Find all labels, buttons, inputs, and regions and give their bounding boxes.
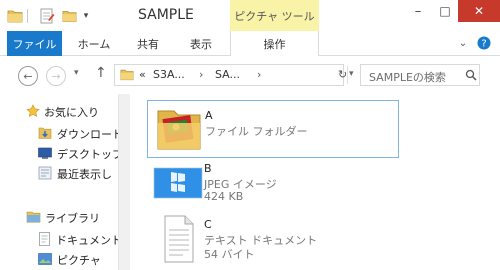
- picture-tools-group: ピクチャ ツール: [230, 0, 319, 31]
- nav-label: 最近表示し: [57, 168, 112, 181]
- address-dropdown-icon[interactable]: ▾: [349, 69, 354, 79]
- text-document-icon: [153, 214, 205, 263]
- tab-share[interactable]: 共有: [128, 31, 168, 56]
- nav-label: お気に入り: [44, 106, 99, 119]
- tab-home[interactable]: ホーム: [70, 31, 118, 56]
- ribbon-tabs: ファイル ホーム 共有 表示 操作 ⌄ ?: [0, 31, 500, 57]
- desktop-icon: [38, 147, 52, 162]
- pictures-icon: [38, 252, 52, 268]
- breadcrumb-overflow[interactable]: «: [139, 68, 146, 81]
- window-title: SAMPLE: [138, 7, 194, 23]
- nav-label: ライブラリ: [45, 212, 100, 225]
- folder-icon: [6, 7, 24, 25]
- maximize-button[interactable]: □: [432, 0, 458, 22]
- file-name: B: [204, 162, 212, 175]
- download-folder-icon: [38, 126, 52, 143]
- image-icon: [153, 158, 205, 206]
- tab-file[interactable]: ファイル: [7, 31, 62, 56]
- file-name: A: [205, 109, 213, 122]
- file-name: C: [204, 218, 212, 231]
- breadcrumb-segment[interactable]: S3A...: [153, 68, 185, 81]
- forward-button[interactable]: →: [46, 66, 66, 86]
- breadcrumb-separator[interactable]: ›: [257, 68, 261, 81]
- title-bar: ▾ SAMPLE ピクチャ ツール – □ ✕: [0, 0, 500, 31]
- forward-arrow-icon: →: [51, 69, 61, 83]
- quick-access-separator: [27, 9, 28, 23]
- up-arrow-icon[interactable]: ↑: [95, 65, 107, 81]
- file-size: 424 KB: [204, 190, 244, 203]
- properties-icon[interactable]: [38, 7, 56, 25]
- search-input[interactable]: SAMPLEの検索: [360, 64, 480, 86]
- chevron-down-icon[interactable]: ⌄: [456, 36, 470, 50]
- tab-view[interactable]: 表示: [178, 31, 224, 56]
- search-placeholder: SAMPLEの検索: [369, 71, 446, 84]
- nav-label: ダウンロード: [57, 128, 123, 141]
- refresh-icon[interactable]: ↻: [338, 68, 347, 81]
- new-folder-icon[interactable]: [61, 7, 77, 25]
- address-row: ← → ▾ ↑ « S3A... › SA... › ▾ ↻ SAMPLEの検索: [0, 56, 500, 94]
- file-item-c[interactable]: C テキスト ドキュメント 54 バイト: [147, 210, 399, 268]
- back-arrow-icon: ←: [23, 69, 33, 83]
- recent-places-icon: [38, 166, 52, 183]
- back-button[interactable]: ←: [18, 66, 38, 86]
- file-type: ファイル フォルダー: [205, 125, 308, 138]
- navigation-pane: お気に入り ダウンロード デスクトップ 最近表示し ライブラリ ドキュメント ピ…: [0, 94, 130, 270]
- star-icon: [26, 103, 40, 121]
- breadcrumb-separator[interactable]: ›: [199, 68, 203, 81]
- file-list: A ファイル フォルダー B JPEG イメージ 424 KB C テキスト ド…: [131, 94, 500, 270]
- folder-icon: [154, 105, 206, 153]
- search-icon[interactable]: [465, 69, 477, 84]
- navigation-scrollbar[interactable]: [118, 94, 130, 270]
- nav-label: デスクトップ: [57, 148, 123, 161]
- file-size: 54 バイト: [204, 248, 255, 261]
- tab-manage[interactable]: 操作: [230, 31, 319, 57]
- customize-quick-access-icon[interactable]: ▾: [80, 7, 92, 25]
- folder-icon: [120, 68, 134, 84]
- breadcrumb-segment[interactable]: SA...: [215, 68, 240, 81]
- explorer-window: ▾ SAMPLE ピクチャ ツール – □ ✕ ファイル ホーム 共有 表示 操…: [0, 0, 500, 270]
- file-item-b[interactable]: B JPEG イメージ 424 KB: [147, 154, 399, 212]
- svg-text:?: ?: [481, 39, 486, 50]
- nav-label: ピクチャ: [57, 254, 101, 267]
- nav-label: ドキュメント: [56, 234, 122, 247]
- minimize-button[interactable]: –: [404, 0, 432, 22]
- recent-locations-icon[interactable]: ▾: [74, 68, 79, 78]
- close-button[interactable]: ✕: [458, 0, 500, 22]
- library-icon: [26, 210, 41, 226]
- address-bar[interactable]: « S3A... › SA... ›: [114, 64, 344, 86]
- documents-icon: [38, 231, 51, 249]
- file-item-a[interactable]: A ファイル フォルダー: [147, 100, 399, 158]
- help-icon[interactable]: ?: [477, 36, 491, 50]
